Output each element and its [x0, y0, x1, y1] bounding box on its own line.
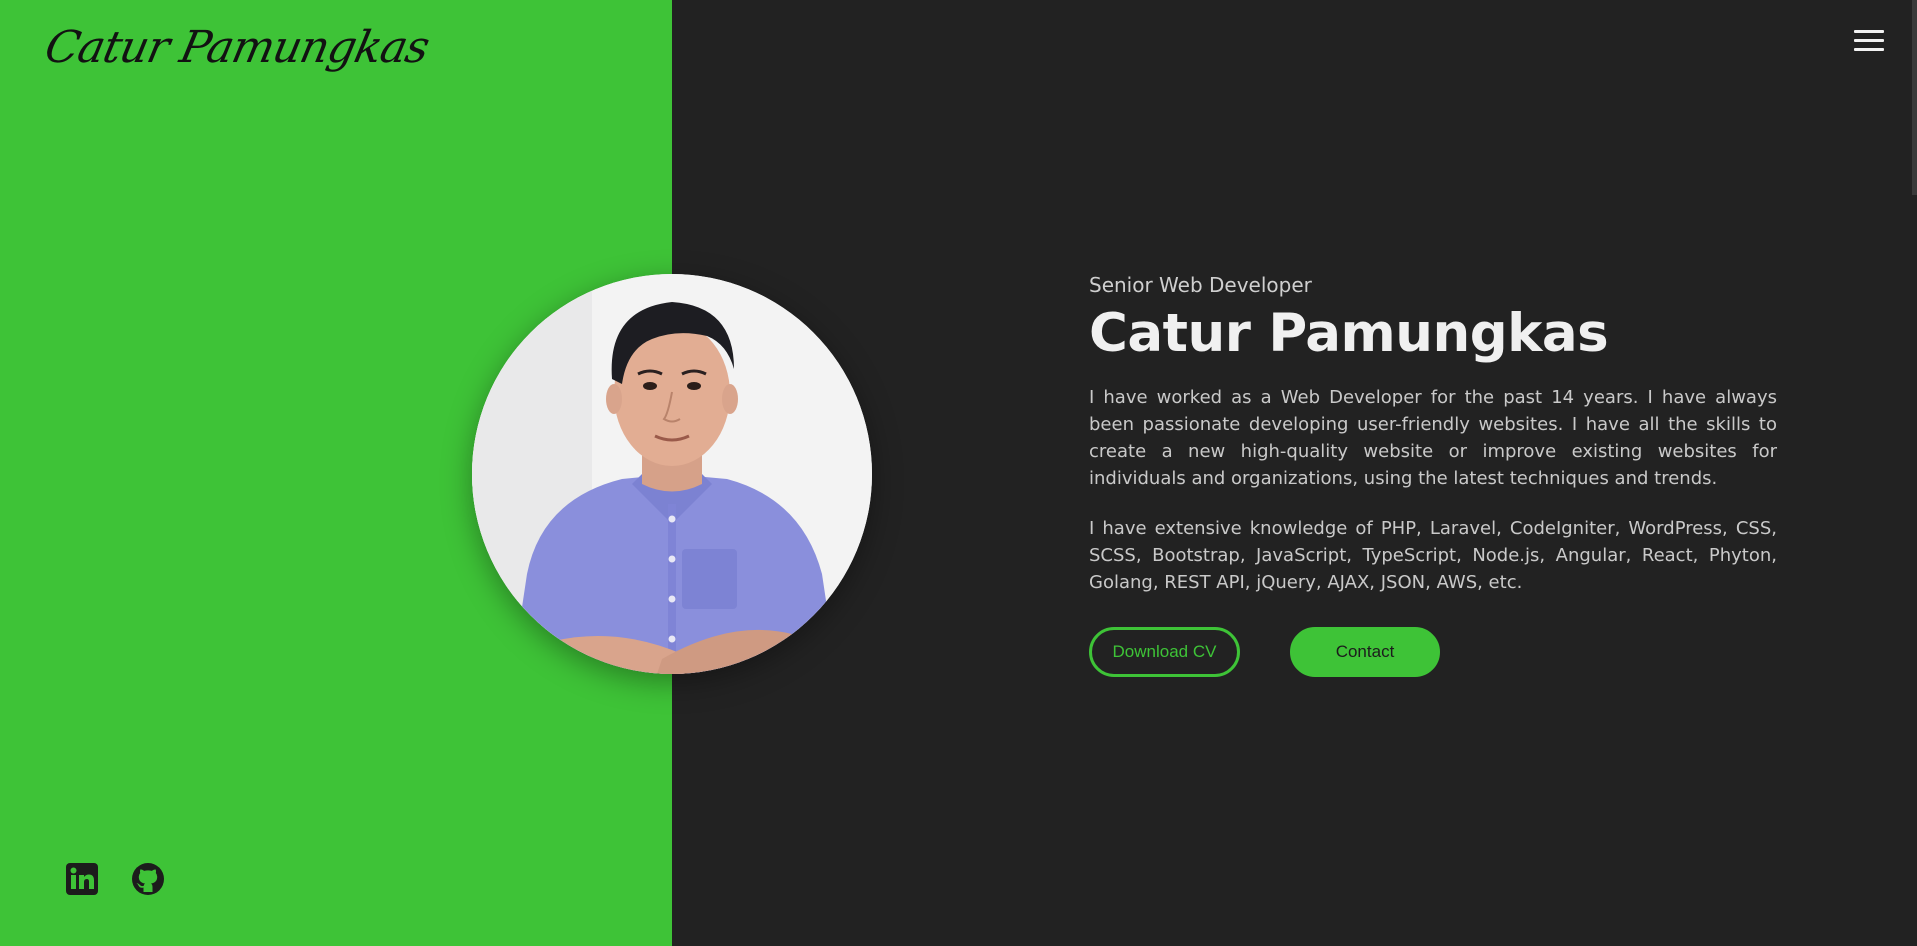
hamburger-bar — [1854, 39, 1884, 42]
hamburger-bar — [1854, 48, 1884, 51]
skills-paragraph: I have extensive knowledge of PHP, Larav… — [1089, 518, 1777, 593]
site-logo[interactable]: Catur Pamungkas — [41, 22, 434, 73]
hero-content: Senior Web Developer Catur Pamungkas I h… — [1089, 270, 1777, 619]
person-name-heading: Catur Pamungkas — [1089, 303, 1609, 364]
scrollbar-thumb[interactable] — [1912, 0, 1917, 195]
profile-photo-illustration — [472, 274, 872, 674]
profile-photo — [472, 274, 872, 674]
linkedin-icon[interactable] — [65, 862, 99, 896]
download-cv-button[interactable]: Download CV — [1089, 627, 1240, 677]
bio-paragraph: I have worked as a Web Developer for the… — [1089, 387, 1777, 489]
page: Catur Pamungkas Senior Web Developer Cat… — [0, 0, 1917, 946]
hamburger-menu-icon[interactable] — [1854, 30, 1884, 52]
job-title: Senior Web Developer — [1089, 273, 1312, 297]
github-icon[interactable] — [131, 862, 165, 896]
hamburger-bar — [1854, 30, 1884, 33]
contact-button[interactable]: Contact — [1290, 627, 1440, 677]
